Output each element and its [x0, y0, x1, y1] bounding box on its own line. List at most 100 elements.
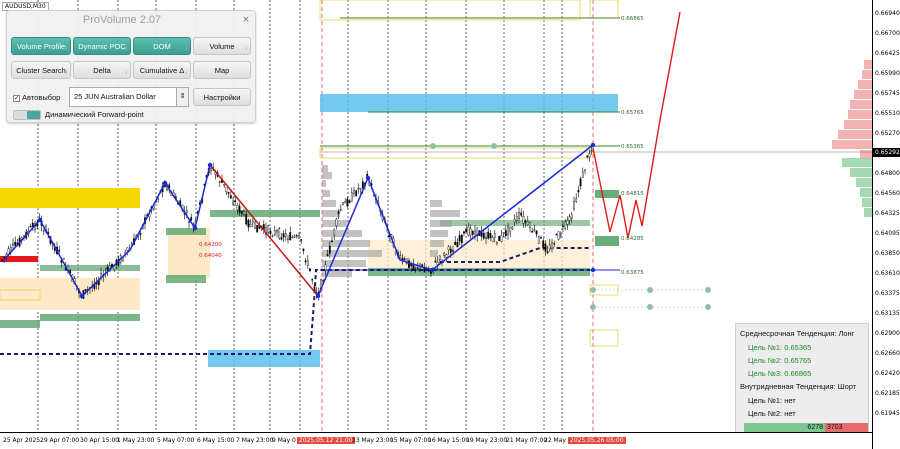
volume-profile-bar: [430, 230, 448, 237]
candle-body: [568, 216, 571, 221]
chevron-down-icon[interactable]: ⇕: [176, 88, 188, 106]
options-icon[interactable]: ⁝: [185, 40, 187, 58]
options-icon[interactable]: ⁝: [65, 40, 67, 58]
candle-body: [291, 236, 294, 239]
options-icon[interactable]: ⁝: [245, 40, 247, 58]
time-tick: 2025.05.26 05:00: [568, 437, 626, 444]
time-axis[interactable]: 25 Apr 2025 29 Apr 07:00 30 Apr 15:00 1 May…: [0, 432, 872, 449]
dynamic-poc-button[interactable]: Dynamic POC ⁝: [73, 37, 131, 55]
pivot-marker: [162, 180, 168, 186]
price-tick: 0.65510: [875, 110, 900, 117]
candle-body: [210, 168, 212, 171]
candle-body: [333, 229, 336, 236]
candle-body: [414, 266, 417, 268]
candle-body: [566, 220, 569, 225]
green-zone: [0, 320, 40, 328]
box-label: 0.64040: [199, 253, 222, 259]
candle-body: [240, 210, 243, 215]
options-icon[interactable]: ⁝: [125, 64, 127, 82]
pivot-marker: [315, 293, 321, 299]
time-tick: 13 May 23:00: [352, 437, 394, 444]
options-icon[interactable]: ⁝: [185, 64, 187, 82]
price-tick: 0.63610: [875, 270, 900, 277]
candle-body: [249, 223, 252, 227]
checkbox-icon[interactable]: ✓: [13, 94, 20, 102]
candle-body: [579, 178, 582, 187]
time-tick: 1 May 23:00: [117, 437, 155, 444]
options-icon[interactable]: ⁝: [65, 64, 67, 82]
settings-button[interactable]: Настройки: [193, 88, 251, 106]
dom-ask-bar: [850, 100, 872, 109]
map-button[interactable]: Map: [193, 61, 251, 79]
time-tick: 22 May: [544, 437, 566, 444]
volume-button[interactable]: Volume ⁝: [193, 37, 251, 55]
volume-profile-bar: [322, 250, 382, 257]
candle-body: [533, 229, 536, 231]
delta-button[interactable]: Delta ⁝: [73, 61, 131, 79]
pivot-marker: [37, 217, 43, 223]
candle-body: [218, 181, 221, 183]
close-icon[interactable]: ×: [241, 15, 251, 25]
candle-body: [306, 260, 309, 266]
candle-body: [335, 218, 338, 226]
level-label: 0.65365: [621, 144, 644, 150]
intraday-target-1: Цель №1: нет: [748, 396, 796, 405]
candle-body: [229, 195, 232, 199]
provolume-panel[interactable]: ProVolume 2.07 × Volume Profile ⁝ Dynamic…: [6, 10, 256, 123]
candle-body: [438, 255, 441, 260]
target-dot: [430, 143, 436, 149]
level-label: 0.64285: [621, 236, 644, 242]
candle-body: [449, 248, 452, 253]
time-tick: 21 May 07:00: [506, 437, 548, 444]
dom-button[interactable]: DOM ⁝: [133, 37, 191, 55]
candle-body: [300, 239, 303, 241]
medium-target-2: Цель №2: 0.65765: [748, 356, 812, 365]
candle-body: [408, 260, 410, 268]
price-tick: 0.62185: [875, 390, 900, 397]
volume-profile-bar: [322, 210, 340, 217]
instrument-select[interactable]: 25 JUN Australian Dollar ⇕: [69, 87, 189, 107]
candle-body: [106, 266, 109, 271]
yellow-outline-box: [589, 329, 619, 347]
volume-profile-bar: [322, 200, 336, 207]
time-tick: 29 Apr 07:00: [40, 437, 80, 444]
volume-profile-bar: [322, 180, 326, 187]
forward-point-toggle[interactable]: [13, 110, 41, 120]
candle-body: [531, 231, 534, 233]
price-axis[interactable]: 0.66940 0.66700 0.66425 0.65990 0.65745 0.655…: [872, 0, 900, 449]
price-tick: 0.62900: [875, 330, 900, 337]
candle-body: [298, 235, 300, 239]
candle-body: [498, 236, 501, 241]
candle-body: [331, 240, 333, 242]
candle-body: [522, 216, 525, 224]
peach-zone: [368, 240, 590, 268]
candle-body: [126, 247, 129, 251]
level-label: 0.64815: [621, 191, 644, 197]
target-dot: [491, 143, 497, 149]
candle-body: [445, 254, 448, 258]
candle-body: [62, 257, 65, 260]
options-icon[interactable]: ⁝: [125, 40, 127, 58]
volume-profile-button[interactable]: Volume Profile ⁝: [11, 37, 71, 55]
price-tick: 0.64325: [875, 210, 900, 217]
candle-body: [234, 200, 237, 202]
candle-body: [504, 230, 507, 237]
panel-title: ProVolume 2.07: [82, 14, 162, 26]
candle-body: [295, 235, 298, 237]
chart-area[interactable]: 0.66865 0.65765 0.65365 0.64815 0.64285 0.638…: [0, 0, 872, 435]
pivot-marker: [207, 162, 213, 168]
candle-body: [465, 228, 468, 233]
time-tick: 7 May 23:00: [236, 437, 274, 444]
cumulative-delta-button[interactable]: Cumulative Δ ⁝: [133, 61, 191, 79]
candle-body: [280, 237, 283, 240]
dom-ask-bar: [832, 140, 872, 149]
candle-body: [452, 250, 454, 252]
cluster-search-button[interactable]: Cluster Search ⁝: [11, 61, 71, 79]
candle-body: [542, 240, 545, 248]
dom-ask-bar: [858, 80, 872, 89]
candle-body: [269, 230, 272, 234]
trend-line: [209, 164, 319, 297]
auto-select-checkbox[interactable]: ✓ Автовыбор: [13, 93, 60, 102]
candle-body: [557, 231, 560, 240]
pivot-marker: [365, 175, 371, 181]
